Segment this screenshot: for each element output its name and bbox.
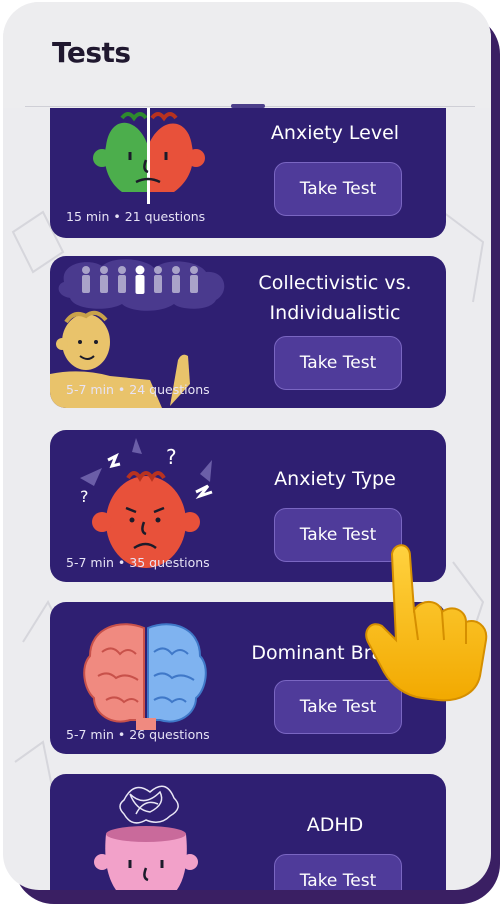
test-meta: 5-7 min • 24 questions	[66, 382, 210, 397]
take-test-button[interactable]: Take Test	[274, 854, 402, 890]
svg-text:?: ?	[166, 445, 177, 469]
test-meta: 5-7 min • 26 questions	[66, 727, 210, 742]
test-card-anxiety-level[interactable]: Anxiety Level Take Test 15 min • 21 ques…	[50, 86, 446, 238]
page-title: Tests	[52, 36, 131, 69]
test-title: ADHD	[306, 814, 364, 836]
test-card-collectivistic[interactable]: Collectivistic vs. Individualistic Take …	[50, 256, 446, 408]
tangled-thoughts-head-icon	[94, 785, 198, 890]
phone-screen: Tests Anxiety Level Take Test 15 min • 2…	[3, 2, 491, 890]
take-test-button[interactable]: Take Test	[274, 162, 402, 216]
test-meta: 5-7 min • 35 questions	[66, 555, 210, 570]
svg-text:?: ?	[80, 487, 89, 506]
app-header: Tests	[3, 2, 491, 108]
test-title: Anxiety Level	[270, 122, 400, 144]
scroll-indicator	[231, 104, 265, 108]
take-test-button[interactable]: Take Test	[274, 336, 402, 390]
test-meta: 15 min • 21 questions	[66, 209, 206, 224]
pointing-hand-icon	[365, 544, 488, 702]
test-title: Collectivistic vs. Individualistic	[258, 272, 412, 324]
test-title: Anxiety Type	[274, 468, 396, 490]
test-card-adhd[interactable]: ADHD Take Test	[50, 774, 446, 890]
